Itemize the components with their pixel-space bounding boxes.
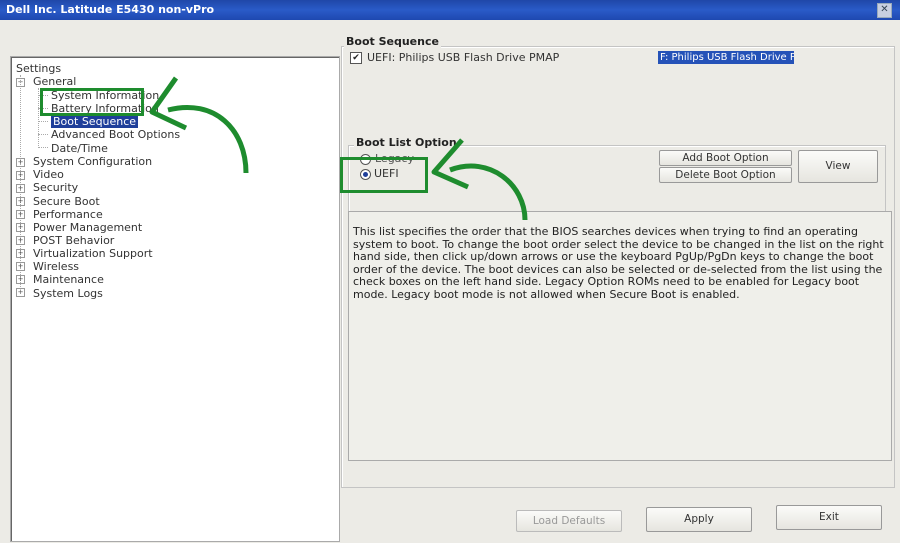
window-title: Dell Inc. Latitude E5430 non-vPro (6, 3, 215, 16)
arrow-head-icon (431, 138, 470, 190)
close-icon[interactable]: ✕ (877, 3, 892, 18)
uefi-arrow-icon (449, 163, 528, 221)
annotation-arrows (149, 76, 528, 221)
boot-sequence-arrow-icon (167, 105, 249, 174)
title-bar: Dell Inc. Latitude E5430 non-vPro ✕ (0, 0, 900, 20)
arrow-head-icon (149, 76, 188, 131)
bios-window: Settings − General System Information Ba… (0, 20, 900, 543)
